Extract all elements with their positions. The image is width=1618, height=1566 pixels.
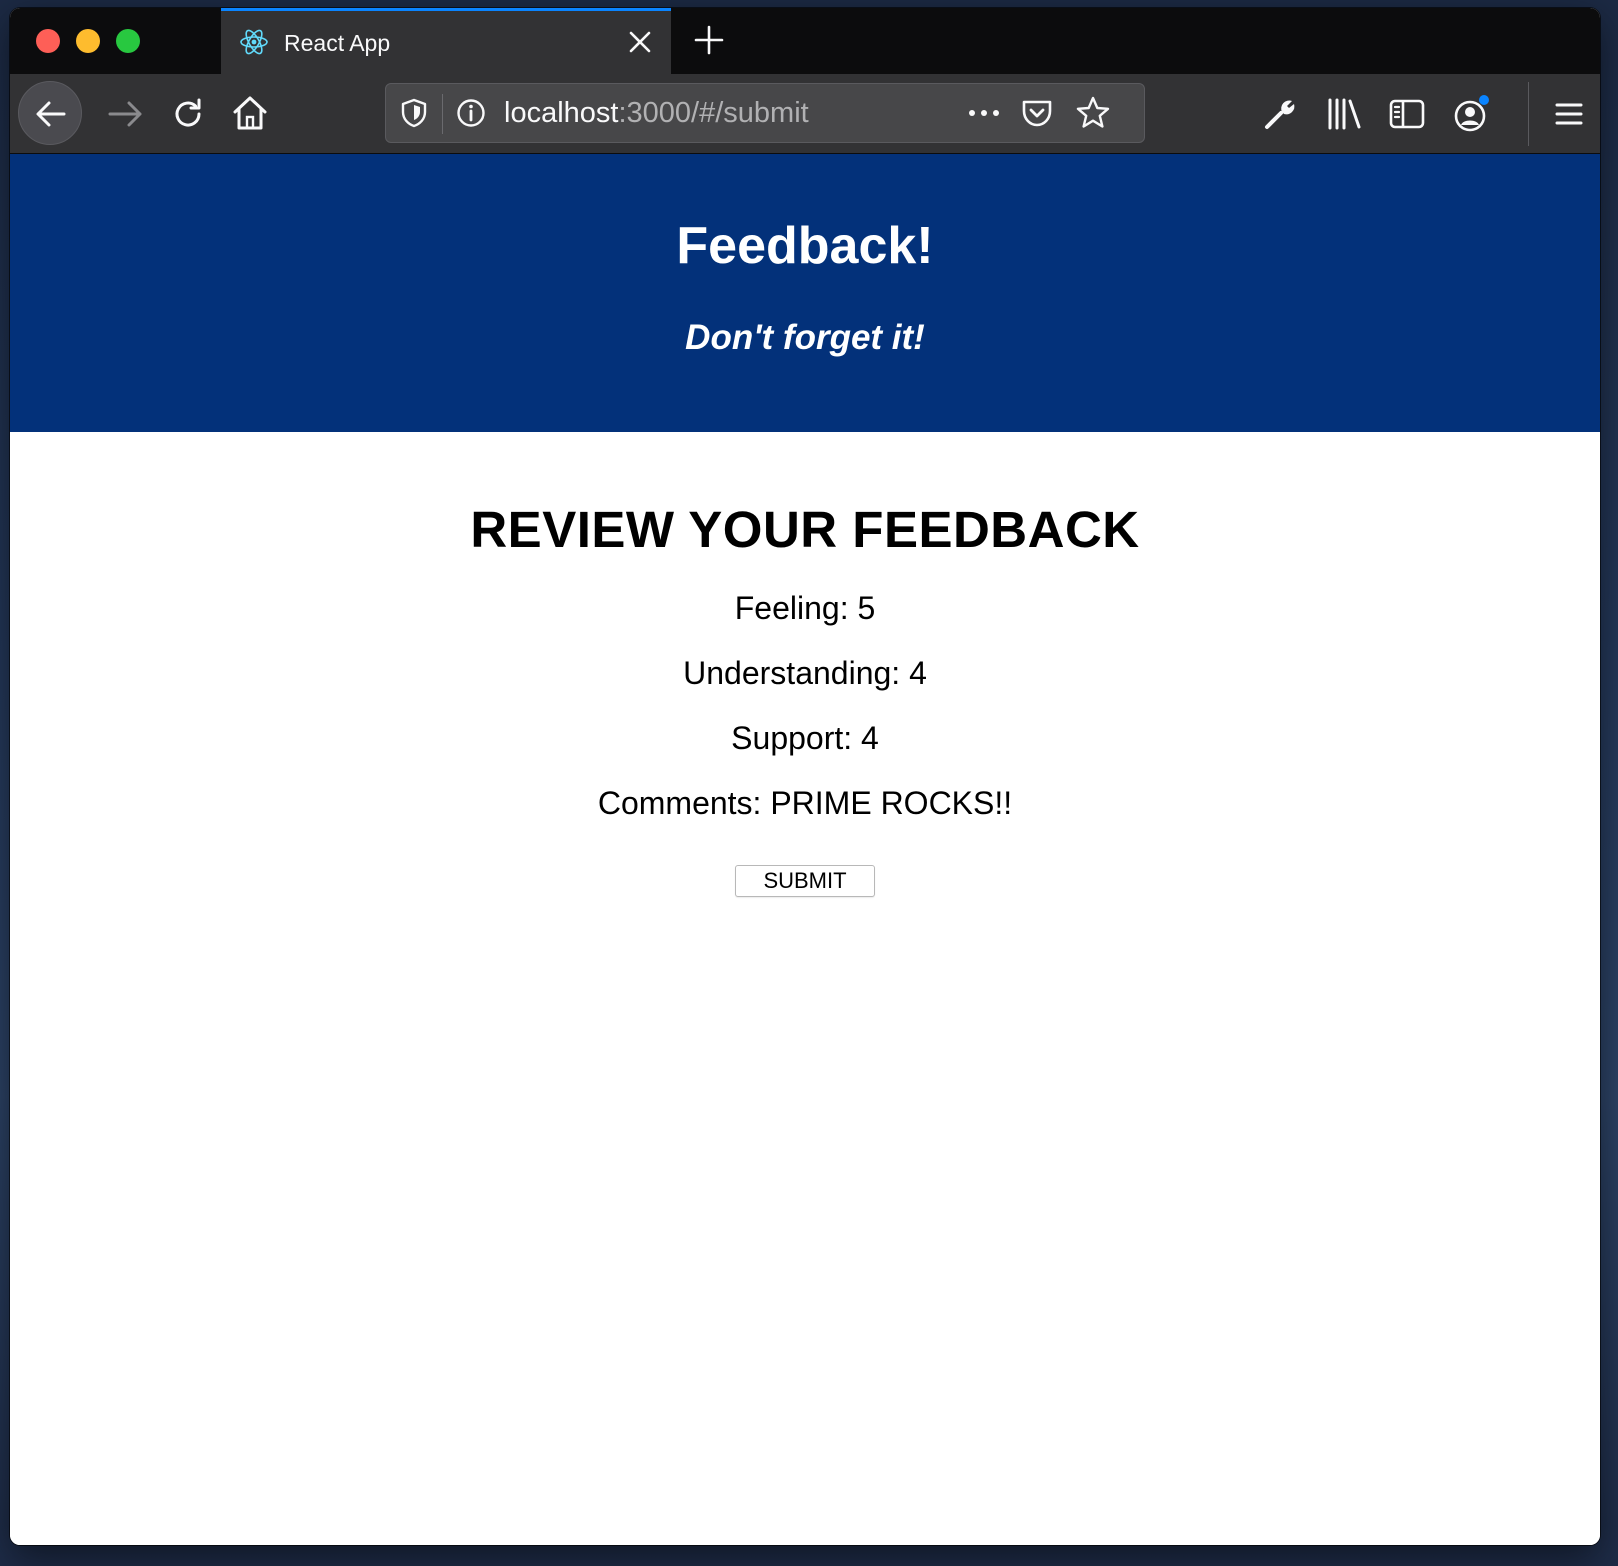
- minimize-window-button[interactable]: [76, 29, 100, 53]
- web-page: Feedback! Don't forget it! REVIEW YOUR F…: [10, 154, 1600, 1545]
- close-tab-icon[interactable]: [625, 27, 655, 57]
- home-icon[interactable]: [230, 93, 270, 133]
- tracking-protection-shield-icon[interactable]: [398, 97, 430, 129]
- url-host: localhost: [504, 97, 619, 129]
- react-atom-icon: [239, 27, 269, 57]
- app-title: Feedback!: [676, 217, 934, 275]
- review-heading: REVIEW YOUR FEEDBACK: [470, 501, 1140, 558]
- submit-button[interactable]: SUBMIT: [735, 865, 875, 897]
- back-button[interactable]: [18, 81, 82, 145]
- tab-strip: React App: [10, 8, 1600, 74]
- sidebar-icon[interactable]: [1387, 94, 1427, 134]
- app-subtitle: Don't forget it!: [685, 318, 925, 357]
- review-section: REVIEW YOUR FEEDBACK Feeling: 5 Understa…: [10, 432, 1600, 1032]
- account-icon[interactable]: [1450, 92, 1490, 132]
- url-bar[interactable]: localhost:3000/#/submit: [385, 83, 1145, 143]
- new-tab-icon[interactable]: [693, 24, 725, 56]
- understanding-value: Understanding: 4: [683, 655, 927, 691]
- comments-value: Comments: PRIME ROCKS!!: [597, 785, 1013, 821]
- arrow-left-icon: [36, 101, 66, 127]
- tab-react-app[interactable]: React App: [221, 8, 671, 74]
- tab-title: React App: [284, 30, 391, 56]
- reload-icon[interactable]: [168, 94, 208, 134]
- library-icon[interactable]: [1324, 94, 1364, 134]
- url-text[interactable]: localhost:3000/#/submit: [504, 97, 809, 130]
- navigation-toolbar: localhost:3000/#/submit: [10, 74, 1600, 154]
- maximize-window-button[interactable]: [116, 29, 140, 53]
- support-value: Support: 4: [731, 720, 879, 756]
- feeling-value: Feeling: 5: [734, 590, 876, 626]
- menu-hamburger-icon[interactable]: [1549, 94, 1589, 134]
- pocket-icon[interactable]: [1020, 96, 1054, 130]
- browser-window: React App localhost:3000/#/submit Feedba…: [10, 8, 1600, 1545]
- forward-icon[interactable]: [106, 94, 146, 134]
- site-info-icon[interactable]: [455, 97, 487, 129]
- url-bar-divider: [442, 94, 443, 134]
- notification-dot-icon: [1479, 95, 1489, 105]
- toolbar-divider: [1528, 82, 1529, 146]
- page-actions-more-icon[interactable]: [966, 97, 1002, 129]
- url-path: :3000/#/submit: [618, 97, 809, 129]
- bookmark-star-icon[interactable]: [1075, 95, 1111, 131]
- developer-tools-wrench-icon[interactable]: [1260, 94, 1300, 134]
- app-header: Feedback! Don't forget it!: [10, 154, 1600, 432]
- close-window-button[interactable]: [36, 29, 60, 53]
